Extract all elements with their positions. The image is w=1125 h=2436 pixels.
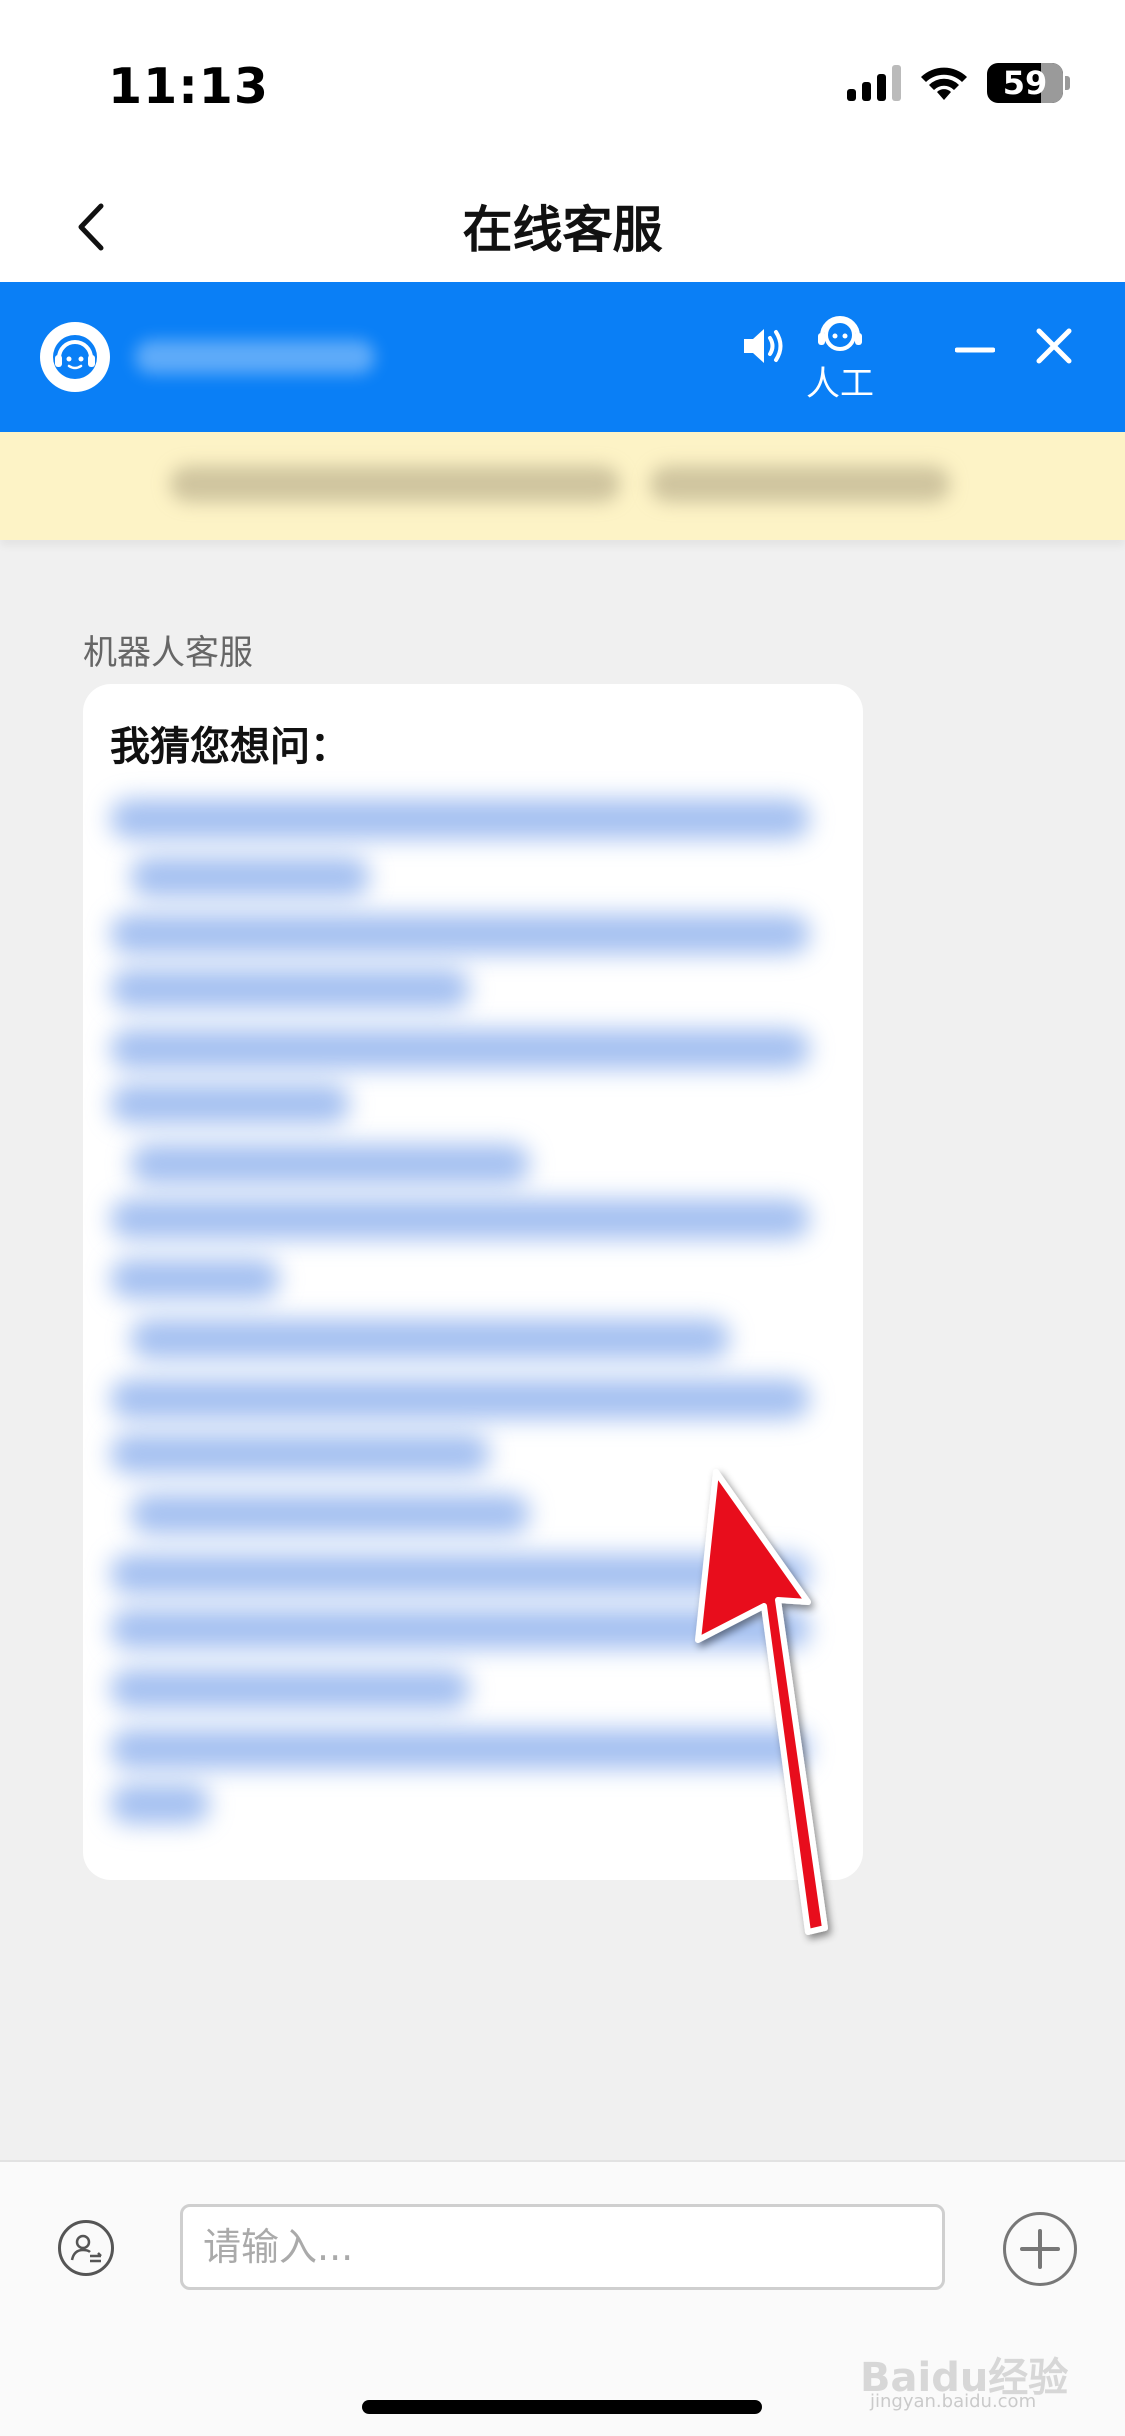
agent-name-redacted xyxy=(135,340,375,374)
home-area: Baidu经验 jingyan.baidu.com xyxy=(0,2337,1125,2436)
suggested-question[interactable] xyxy=(110,1029,810,1069)
battery-icon: 59 xyxy=(987,63,1063,103)
suggested-question[interactable] xyxy=(130,1319,730,1359)
status-icons: 59 xyxy=(847,63,1070,103)
switch-user-button[interactable] xyxy=(58,2220,114,2276)
close-button[interactable] xyxy=(1035,327,1073,365)
nav-bar: 在线客服 xyxy=(0,170,1125,282)
bot-sender-label: 机器人客服 xyxy=(83,633,253,673)
user-switch-icon xyxy=(70,2234,102,2263)
suggested-question[interactable] xyxy=(110,1379,810,1419)
speaker-icon xyxy=(744,329,783,363)
suggested-question[interactable] xyxy=(110,969,470,1009)
status-bar: 11:13 59 xyxy=(0,0,1125,170)
watermark-url: jingyan.baidu.com xyxy=(870,2391,1037,2412)
minimize-icon xyxy=(955,347,995,353)
suggested-question[interactable] xyxy=(130,1494,530,1534)
suggested-question[interactable] xyxy=(110,1434,490,1474)
notice-redacted-text xyxy=(170,466,620,502)
suggested-question[interactable] xyxy=(110,914,810,954)
suggestion-title: 我猜您想问： xyxy=(110,724,350,770)
page-title: 在线客服 xyxy=(462,201,663,259)
input-bar xyxy=(0,2160,1125,2339)
suggested-question[interactable] xyxy=(110,1199,810,1239)
headset-icon xyxy=(53,335,97,379)
agent-avatar xyxy=(40,322,110,392)
human-agent-button[interactable]: 人工 xyxy=(806,314,874,405)
cs-header: 人工 xyxy=(0,282,1125,432)
cellular-signal-icon xyxy=(847,65,901,101)
message-input[interactable] xyxy=(180,2204,945,2290)
notice-banner xyxy=(0,432,1125,540)
suggested-question[interactable] xyxy=(110,1669,470,1709)
status-time: 11:13 xyxy=(108,58,269,115)
wifi-icon xyxy=(921,67,967,100)
home-indicator[interactable] xyxy=(362,2400,762,2414)
sound-button[interactable] xyxy=(740,324,788,368)
suggested-question[interactable] xyxy=(110,799,810,839)
notice-redacted-text xyxy=(650,466,950,502)
suggested-question[interactable] xyxy=(110,1784,210,1824)
more-options-button[interactable] xyxy=(1003,2212,1077,2286)
suggested-question[interactable] xyxy=(130,1144,530,1184)
suggested-question[interactable] xyxy=(130,857,370,897)
plus-icon xyxy=(1020,2229,1060,2269)
close-icon xyxy=(1036,328,1072,364)
customer-service-icon xyxy=(818,316,862,351)
annotation-arrow xyxy=(695,1469,828,1935)
human-agent-label: 人工 xyxy=(806,364,874,404)
suggested-question[interactable] xyxy=(110,1084,350,1124)
battery-level: 59 xyxy=(1002,64,1048,102)
suggested-question[interactable] xyxy=(110,1259,280,1299)
minimize-button[interactable] xyxy=(955,342,995,362)
